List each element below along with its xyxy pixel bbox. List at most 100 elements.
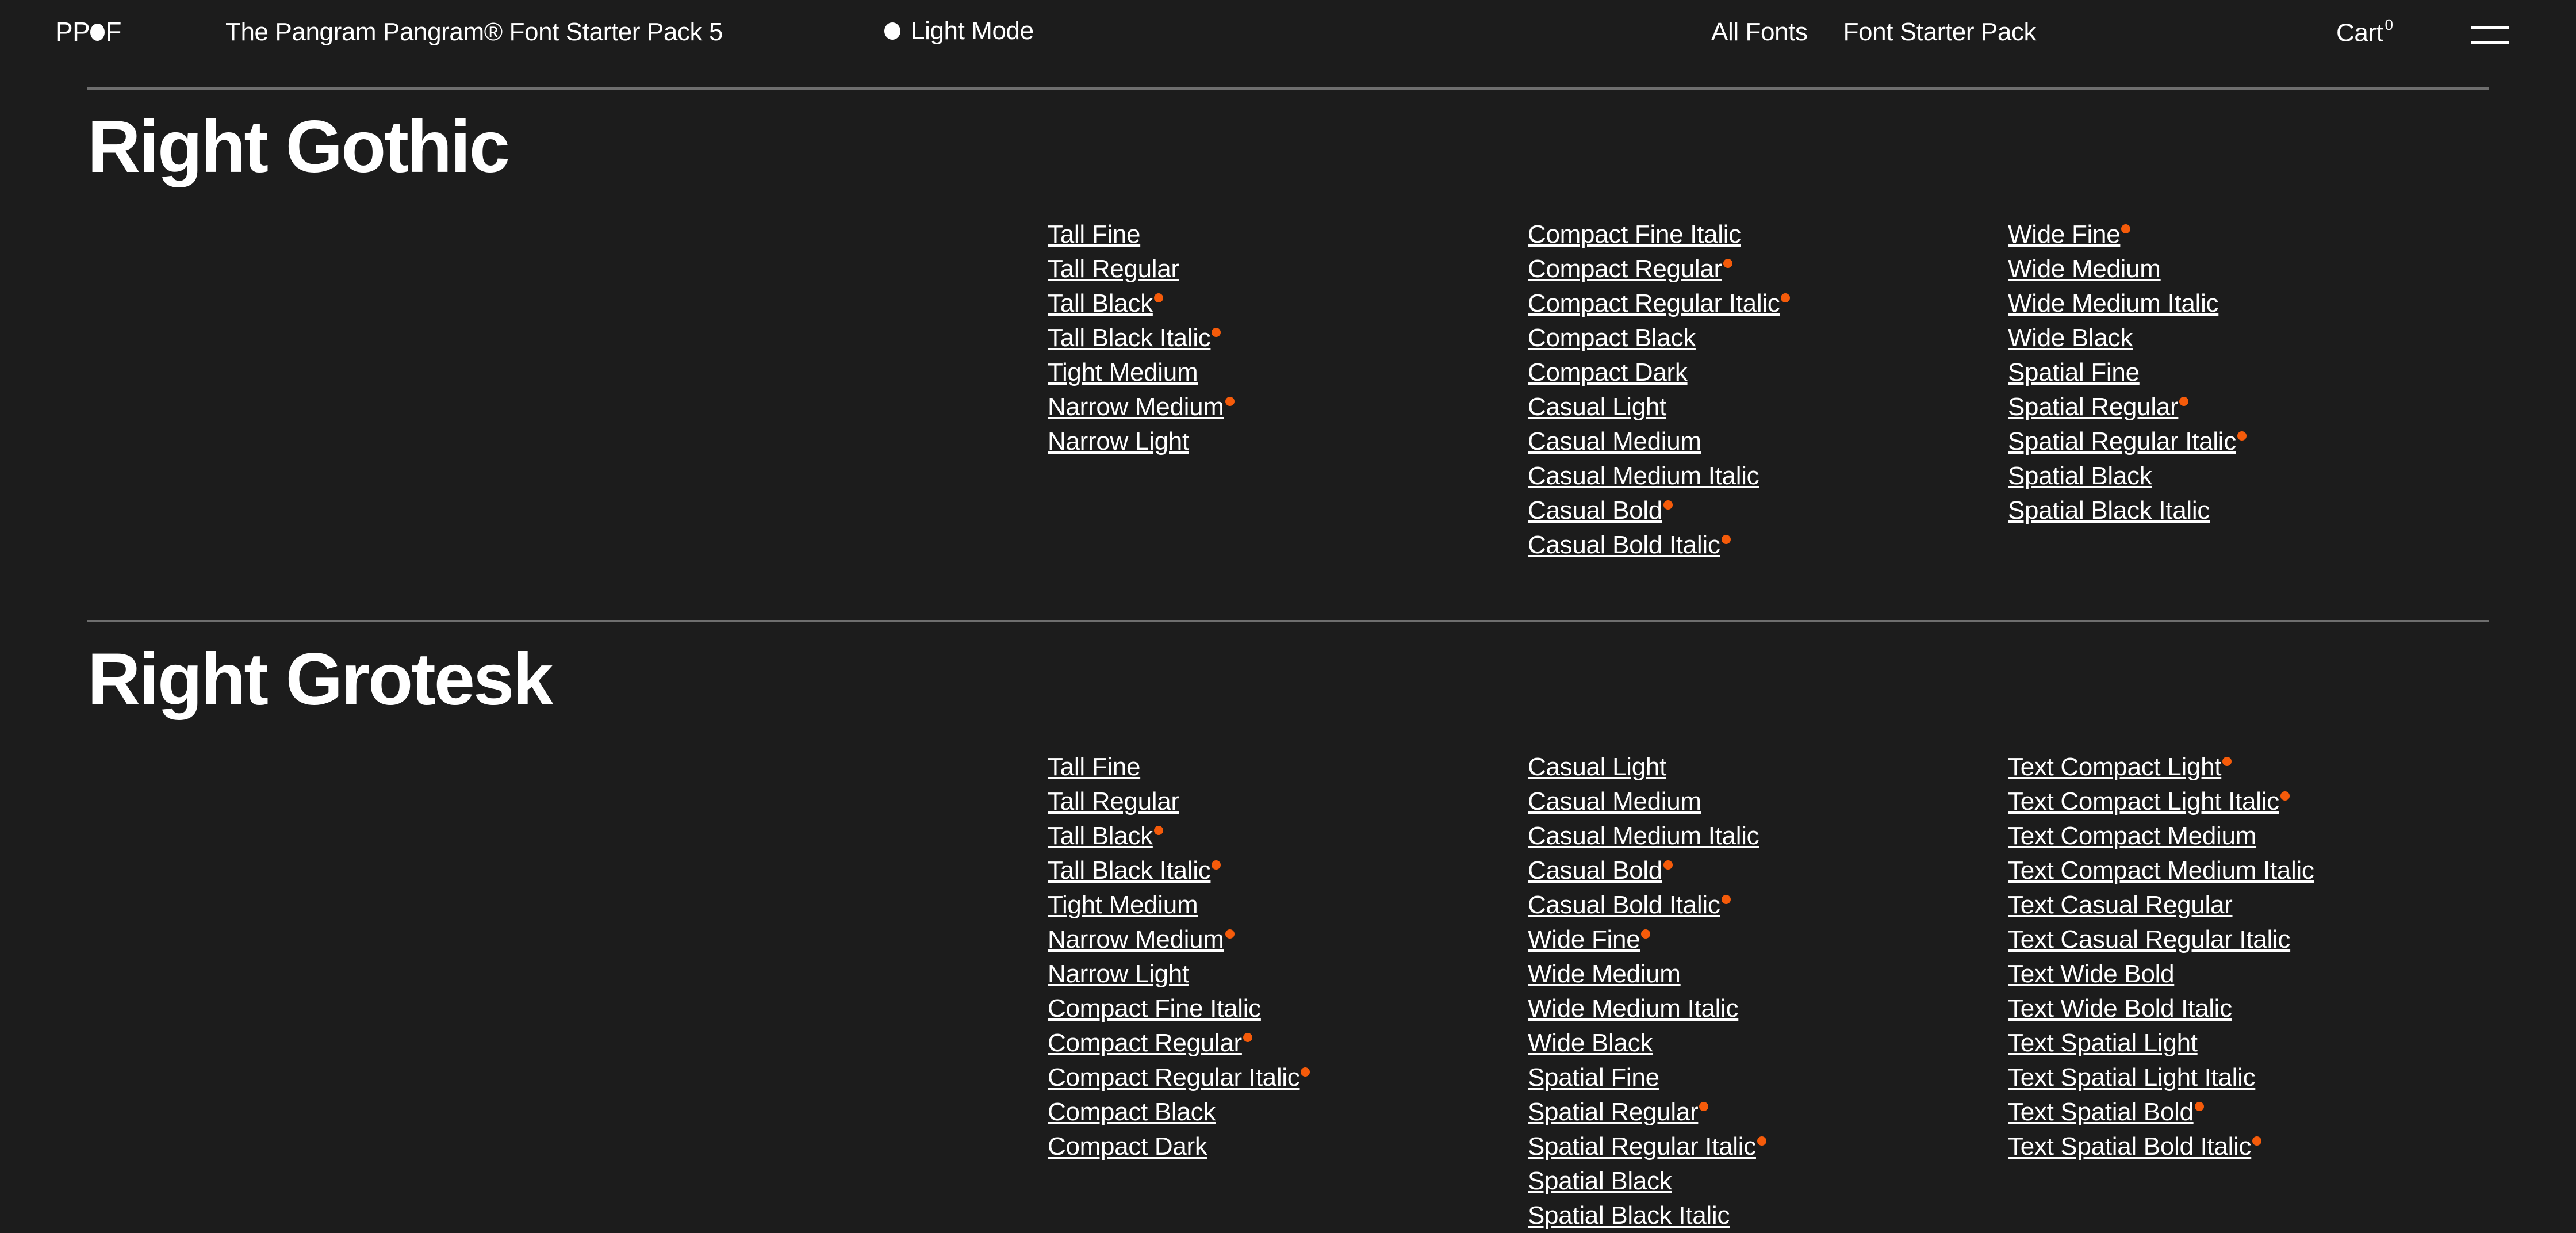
font-style-label: Tall Black Italic bbox=[1048, 324, 1211, 352]
font-style-item[interactable]: Compact Dark bbox=[1528, 355, 2008, 390]
font-style-item[interactable]: Text Wide Bold Italic bbox=[2008, 991, 2488, 1026]
style-column-3: Text Compact Light Text Compact Light Ita… bbox=[2008, 750, 2488, 1233]
new-style-dot-icon bbox=[1663, 500, 1673, 510]
nav-item-font-starter-pack[interactable]: Font Starter Pack bbox=[1843, 20, 2037, 45]
font-style-item[interactable]: Wide Fine bbox=[1528, 922, 2008, 957]
font-style-item[interactable]: Tight Medium bbox=[1048, 888, 1528, 922]
font-style-item[interactable]: Compact Regular bbox=[1048, 1026, 1528, 1060]
font-style-item[interactable]: Compact Regular Italic bbox=[1048, 1060, 1528, 1095]
font-style-item[interactable]: Casual Bold bbox=[1528, 493, 2008, 528]
font-family-section-right-grotesk: Right Grotesk Tall Fine Tall Regular Tall … bbox=[87, 620, 2489, 1230]
font-style-item[interactable]: Narrow Light bbox=[1048, 957, 1528, 991]
font-style-item[interactable]: Narrow Light bbox=[1048, 424, 1528, 459]
font-style-item[interactable]: Spatial Fine bbox=[1528, 1060, 2008, 1095]
font-style-item[interactable]: Compact Fine Italic bbox=[1048, 991, 1528, 1026]
font-style-item[interactable]: Compact Regular bbox=[1528, 252, 2008, 286]
font-style-item[interactable]: Text Compact Medium bbox=[2008, 819, 2488, 853]
font-style-item[interactable]: Text Spatial Light Italic bbox=[2008, 1060, 2488, 1095]
font-style-label: Spatial Fine bbox=[2008, 358, 2140, 386]
font-style-label: Spatial Regular Italic bbox=[1528, 1132, 1756, 1161]
cart-button[interactable]: Cart 0 bbox=[2336, 17, 2393, 47]
new-style-dot-icon bbox=[2179, 397, 2189, 406]
hamburger-menu-icon[interactable] bbox=[2471, 26, 2509, 44]
font-style-item[interactable]: Text Compact Medium Italic bbox=[2008, 853, 2488, 888]
font-style-item[interactable]: Tall Regular bbox=[1048, 252, 1528, 286]
font-style-item[interactable]: Wide Medium Italic bbox=[2008, 286, 2488, 321]
new-style-dot-icon bbox=[1153, 826, 1163, 835]
font-style-item[interactable]: Spatial Regular bbox=[1528, 1095, 2008, 1129]
font-style-item[interactable]: Casual Medium bbox=[1528, 784, 2008, 819]
style-column-1: Tall Fine Tall Regular Tall Black Tall Blac… bbox=[1048, 750, 1528, 1233]
hamburger-line-top bbox=[2471, 26, 2509, 29]
font-style-item[interactable]: Tight Medium bbox=[1048, 355, 1528, 390]
font-style-item[interactable]: Text Compact Light Italic bbox=[2008, 784, 2488, 819]
font-style-item[interactable]: Compact Regular Italic bbox=[1528, 286, 2008, 321]
font-style-item[interactable]: Tall Black Italic bbox=[1048, 321, 1528, 355]
font-style-item[interactable]: Wide Black bbox=[1528, 1026, 2008, 1060]
font-style-label: Text Spatial Bold bbox=[2008, 1098, 2194, 1126]
font-style-item[interactable]: Tall Fine bbox=[1048, 750, 1528, 784]
new-style-dot-icon bbox=[2252, 1136, 2262, 1146]
light-mode-toggle[interactable]: Light Mode bbox=[884, 18, 1034, 44]
new-style-dot-icon bbox=[1212, 860, 1221, 870]
font-style-item[interactable]: Wide Medium Italic bbox=[1528, 991, 2008, 1026]
nav-item-all-fonts[interactable]: All Fonts bbox=[1711, 20, 1808, 45]
font-style-item[interactable]: Casual Medium bbox=[1528, 424, 2008, 459]
font-style-item[interactable]: Wide Fine bbox=[2008, 217, 2488, 252]
font-style-item[interactable]: Narrow Medium bbox=[1048, 922, 1528, 957]
font-style-item[interactable]: Casual Light bbox=[1528, 390, 2008, 424]
font-style-item[interactable]: Text Spatial Bold bbox=[2008, 1095, 2488, 1129]
new-style-dot-icon bbox=[2194, 1102, 2204, 1111]
font-style-label: Casual Bold Italic bbox=[1528, 531, 1720, 559]
font-style-item[interactable]: Compact Fine Italic bbox=[1528, 217, 2008, 252]
font-style-item[interactable]: Compact Black bbox=[1528, 321, 2008, 355]
font-style-label: Compact Dark bbox=[1048, 1132, 1208, 1161]
font-style-item[interactable]: Wide Medium bbox=[1528, 957, 2008, 991]
font-style-item[interactable]: Spatial Black Italic bbox=[2008, 493, 2488, 528]
font-style-item[interactable]: Casual Medium Italic bbox=[1528, 459, 2008, 493]
font-style-label: Spatial Regular bbox=[2008, 393, 2179, 421]
font-style-item[interactable]: Casual Bold Italic bbox=[1528, 528, 2008, 562]
style-column-2: Compact Fine Italic Compact Regular Compac… bbox=[1528, 217, 2008, 562]
font-style-label: Casual Medium Italic bbox=[1528, 462, 1759, 490]
font-style-label: Compact Regular Italic bbox=[1048, 1063, 1300, 1092]
font-style-item[interactable]: Spatial Regular Italic bbox=[1528, 1129, 2008, 1164]
font-style-item[interactable]: Narrow Medium bbox=[1048, 390, 1528, 424]
font-style-label: Narrow Light bbox=[1048, 427, 1189, 455]
font-style-item[interactable]: Casual Medium Italic bbox=[1528, 819, 2008, 853]
new-style-dot-icon bbox=[1225, 929, 1235, 939]
font-style-label: Casual Light bbox=[1528, 753, 1666, 781]
font-style-item[interactable]: Text Spatial Bold Italic bbox=[2008, 1129, 2488, 1164]
font-style-item[interactable]: Text Wide Bold bbox=[2008, 957, 2488, 991]
new-style-dot-icon bbox=[1663, 860, 1673, 870]
font-style-item[interactable]: Spatial Regular bbox=[2008, 390, 2488, 424]
font-style-item[interactable]: Casual Bold bbox=[1528, 853, 2008, 888]
font-style-item[interactable]: Tall Black bbox=[1048, 819, 1528, 853]
font-style-item[interactable]: Spatial Black Italic bbox=[1528, 1198, 2008, 1233]
font-style-item[interactable]: Tall Black Italic bbox=[1048, 853, 1528, 888]
font-style-label: Text Casual Regular Italic bbox=[2008, 925, 2291, 954]
font-style-item[interactable]: Casual Light bbox=[1528, 750, 2008, 784]
font-style-item[interactable]: Compact Black bbox=[1048, 1095, 1528, 1129]
font-style-item[interactable]: Spatial Black bbox=[2008, 459, 2488, 493]
light-mode-label: Light Mode bbox=[911, 17, 1034, 45]
font-style-item[interactable]: Tall Black bbox=[1048, 286, 1528, 321]
font-style-item[interactable]: Wide Black bbox=[2008, 321, 2488, 355]
font-style-item[interactable]: Text Casual Regular Italic bbox=[2008, 922, 2488, 957]
font-style-item[interactable]: Text Spatial Light bbox=[2008, 1026, 2488, 1060]
cart-label: Cart bbox=[2336, 18, 2383, 47]
font-style-item[interactable]: Text Casual Regular bbox=[2008, 888, 2488, 922]
font-style-item[interactable]: Tall Fine bbox=[1048, 217, 1528, 252]
font-style-item[interactable]: Tall Regular bbox=[1048, 784, 1528, 819]
font-style-item[interactable]: Text Compact Light bbox=[2008, 750, 2488, 784]
font-style-item[interactable]: Wide Medium bbox=[2008, 252, 2488, 286]
new-style-dot-icon bbox=[1301, 1067, 1310, 1077]
font-style-item[interactable]: Spatial Fine bbox=[2008, 355, 2488, 390]
site-logo[interactable]: PP F bbox=[55, 18, 121, 45]
font-style-item[interactable]: Spatial Black bbox=[1528, 1164, 2008, 1198]
font-style-item[interactable]: Compact Dark bbox=[1048, 1129, 1528, 1164]
font-style-item[interactable]: Spatial Regular Italic bbox=[2008, 424, 2488, 459]
font-style-label: Text Casual Regular bbox=[2008, 891, 2233, 919]
style-column-2: Casual Light Casual Medium Casual Medium I… bbox=[1528, 750, 2008, 1233]
font-style-item[interactable]: Casual Bold Italic bbox=[1528, 888, 2008, 922]
